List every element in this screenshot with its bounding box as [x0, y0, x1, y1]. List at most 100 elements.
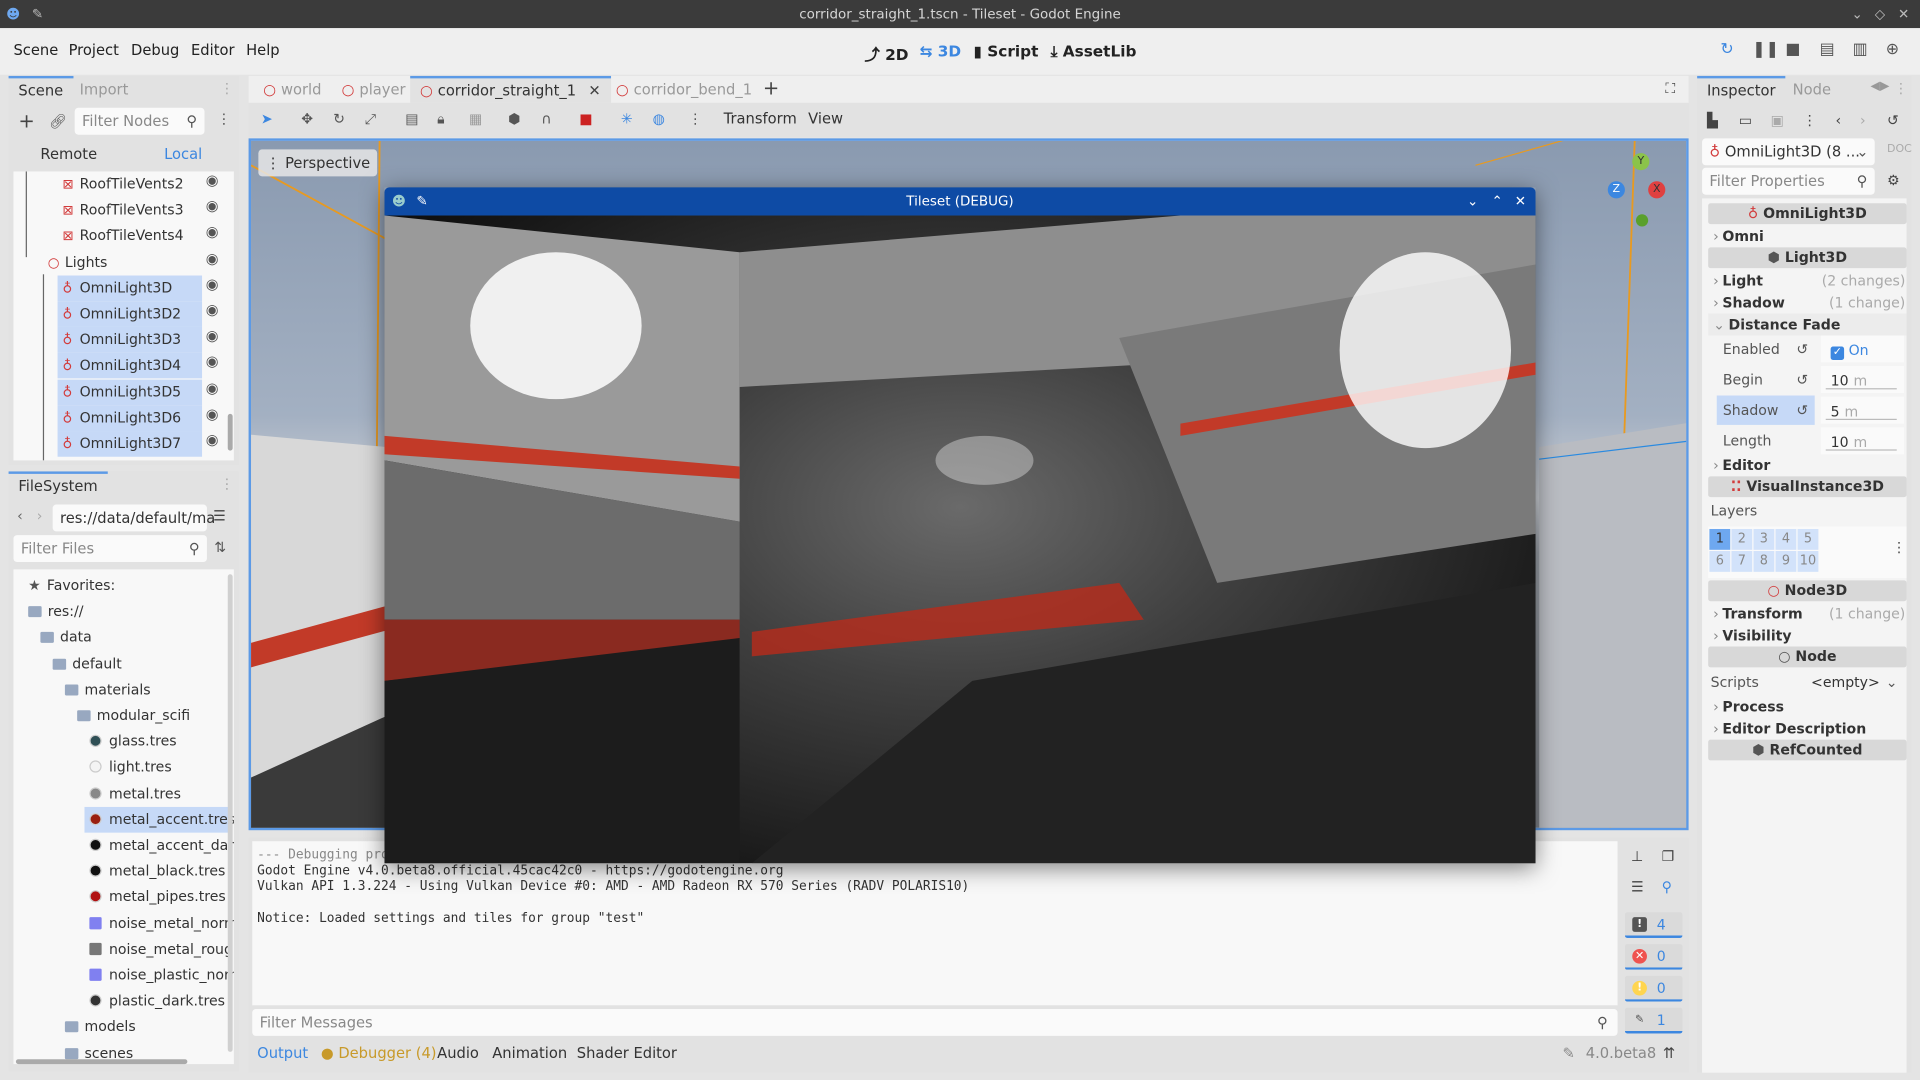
file-item[interactable]: metal_pipes.tres: [84, 885, 231, 911]
visibility-toggle-eye-icon[interactable]: ◉: [206, 353, 219, 370]
pin-panel-icon[interactable]: ⇈: [1663, 1044, 1675, 1061]
minimize-icon[interactable]: ⌄: [1851, 0, 1862, 28]
scene-tree-item[interactable]: ♁ OmniLight3D: [57, 275, 203, 301]
begin-field[interactable]: 10 m: [1820, 366, 1905, 394]
layer-toggle[interactable]: 10: [1797, 551, 1819, 572]
file-item[interactable]: noise_metal_rough: [84, 936, 234, 962]
play-icon[interactable]: ↻: [1720, 40, 1733, 58]
visibility-toggle-eye-icon[interactable]: ◉: [206, 379, 219, 396]
section-light[interactable]: › Light (2 changes): [1708, 269, 1906, 291]
tab-import[interactable]: Import: [70, 76, 138, 103]
bottom-tab-shader-editor[interactable]: Shader Editor: [577, 1044, 677, 1061]
close-tab-icon[interactable]: ✕: [588, 82, 600, 99]
remote-toggle[interactable]: Remote: [40, 146, 97, 163]
move-tool-icon[interactable]: ✥: [301, 110, 313, 127]
folder-item[interactable]: materials: [60, 677, 231, 703]
file-item[interactable]: metal_accent.tres: [84, 806, 234, 833]
game-window[interactable]: ☻ ✎ Tileset (DEBUG) ⌄ ⌃ ✕: [384, 187, 1536, 864]
scene-tab[interactable]: ○ player: [332, 76, 416, 103]
tools-icon[interactable]: ⚙: [1887, 171, 1900, 188]
toggle-split-icon[interactable]: ☰: [213, 507, 226, 524]
history-forward-icon[interactable]: ›: [1860, 111, 1866, 128]
section-visibility[interactable]: › Visibility: [1708, 624, 1906, 646]
dock-menu-icon[interactable]: ⋮: [220, 80, 234, 97]
filter-files-input[interactable]: Filter Files ⚲: [13, 535, 207, 563]
filter-messages-toggle[interactable]: ! 4: [1624, 912, 1683, 938]
length-field[interactable]: 10 m: [1820, 427, 1905, 455]
layer-toggle[interactable]: 3: [1753, 528, 1775, 550]
visibility-toggle-eye-icon[interactable]: ◉: [206, 223, 219, 240]
more-icon[interactable]: ⋮: [688, 110, 702, 127]
filter-errors-toggle[interactable]: ✕ 0: [1624, 944, 1683, 970]
collapse-icon[interactable]: ☰: [1631, 878, 1644, 895]
visibility-toggle-eye-icon[interactable]: ◉: [206, 197, 219, 214]
snap-icon[interactable]: ∩: [541, 110, 551, 127]
pin-icon[interactable]: ✎: [416, 187, 427, 215]
environment-icon[interactable]: ◍: [653, 110, 665, 127]
section-distance-fade[interactable]: ⌄ Distance Fade: [1708, 313, 1907, 336]
visibility-toggle-eye-icon[interactable]: ◉: [206, 301, 219, 318]
add-node-icon[interactable]: +: [18, 109, 34, 132]
scene-tab[interactable]: ○ world: [253, 76, 331, 103]
workspace-2d[interactable]: ⤴ 2D: [864, 42, 908, 65]
filter-editor-toggle[interactable]: ✎ 1: [1624, 1007, 1683, 1034]
workspace-assetlib[interactable]: ⤓ AssetLib: [1051, 42, 1137, 62]
view-gizmo[interactable]: Y Z X: [1607, 151, 1675, 231]
doc-icon[interactable]: DOC: [1887, 143, 1912, 155]
file-tree-hscrollbar[interactable]: [15, 1059, 188, 1065]
file-item[interactable]: ★ Favorites:: [23, 573, 231, 599]
tab-inspector[interactable]: Inspector: [1697, 75, 1786, 103]
scene-tree-item[interactable]: ♁ OmniLight3D3: [57, 327, 203, 353]
filter-messages-input[interactable]: Filter Messages ⚲: [252, 1008, 1618, 1036]
dock-menu-icon[interactable]: ⋮: [1894, 80, 1908, 97]
scene-tree-item[interactable]: ♁ OmniLight3D4: [57, 353, 203, 379]
scene-tree-item[interactable]: ♁ OmniLight3D5: [57, 379, 203, 405]
copy-icon[interactable]: ❐: [1662, 847, 1675, 864]
filter-warnings-toggle[interactable]: ! 0: [1624, 975, 1683, 1002]
maximize-icon[interactable]: ⌃: [1491, 187, 1502, 215]
visibility-toggle-eye-icon[interactable]: ◉: [206, 431, 219, 448]
gizmo-z[interactable]: Z: [1607, 181, 1625, 199]
chevron-down-icon[interactable]: ⌄: [1886, 667, 1898, 696]
layer-toggle[interactable]: 7: [1731, 551, 1753, 572]
rotate-tool-icon[interactable]: ↻: [333, 110, 345, 127]
bottom-tab-debugger[interactable]: ● Debugger (4): [321, 1044, 437, 1061]
layer-toggle[interactable]: 9: [1775, 551, 1797, 572]
menu-help[interactable]: Help: [246, 42, 280, 59]
gizmo-y[interactable]: Y: [1632, 153, 1650, 171]
play-custom-icon[interactable]: ▥: [1853, 40, 1868, 58]
section-editor[interactable]: › Editor: [1708, 454, 1906, 476]
forward-icon[interactable]: ›: [37, 507, 43, 524]
scene-tree-scrollbar[interactable]: [227, 413, 233, 451]
revert-icon[interactable]: ↺: [1796, 396, 1808, 425]
file-item[interactable]: noise_plastic_norm: [84, 962, 234, 988]
search-toggle-icon[interactable]: ⚲: [1662, 878, 1672, 895]
visibility-toggle-eye-icon[interactable]: ◉: [206, 171, 219, 188]
visibility-toggle-eye-icon[interactable]: ◉: [206, 327, 219, 344]
enabled-checkbox[interactable]: ✓ On: [1820, 335, 1905, 363]
file-item[interactable]: glass.tres: [84, 729, 231, 755]
layers-menu-icon[interactable]: ⋮: [1892, 539, 1906, 556]
pause-icon[interactable]: ❚❚: [1752, 40, 1779, 58]
pin-icon[interactable]: ✎: [32, 0, 43, 28]
local-space-icon[interactable]: ⬢: [508, 110, 520, 127]
tab-node[interactable]: Node: [1783, 76, 1841, 103]
visibility-toggle-eye-icon[interactable]: ◉: [206, 249, 219, 266]
play-scene-icon[interactable]: ▤: [1820, 40, 1835, 58]
path-field[interactable]: res://data/default/ma: [52, 504, 215, 532]
scene-tree-item[interactable]: ♁ OmniLight3D7: [57, 431, 203, 457]
maximize-icon[interactable]: ◇: [1875, 0, 1885, 28]
sort-icon[interactable]: ⇅: [214, 539, 226, 556]
lock-icon[interactable]: 🔒︎: [437, 110, 445, 128]
object-selector[interactable]: ♁ OmniLight3D (8 ... ⌄: [1702, 138, 1875, 166]
list-select-icon[interactable]: ▤: [405, 110, 418, 127]
stop-icon[interactable]: ■: [1785, 40, 1800, 58]
resource-menu-icon[interactable]: ⋮: [1802, 111, 1816, 128]
bottom-tab-audio[interactable]: Audio: [437, 1044, 479, 1061]
select-tool-icon[interactable]: ➤: [261, 110, 273, 127]
file-item[interactable]: plastic_dark.tres: [84, 988, 231, 1014]
bottom-tab-animation[interactable]: Animation: [492, 1044, 567, 1061]
scene-tree-item[interactable]: ⊠ RoofTileVents4: [58, 223, 202, 249]
scene-tree-item[interactable]: ♁ OmniLight3D2: [57, 301, 203, 327]
tab-scene[interactable]: Scene: [8, 75, 73, 103]
